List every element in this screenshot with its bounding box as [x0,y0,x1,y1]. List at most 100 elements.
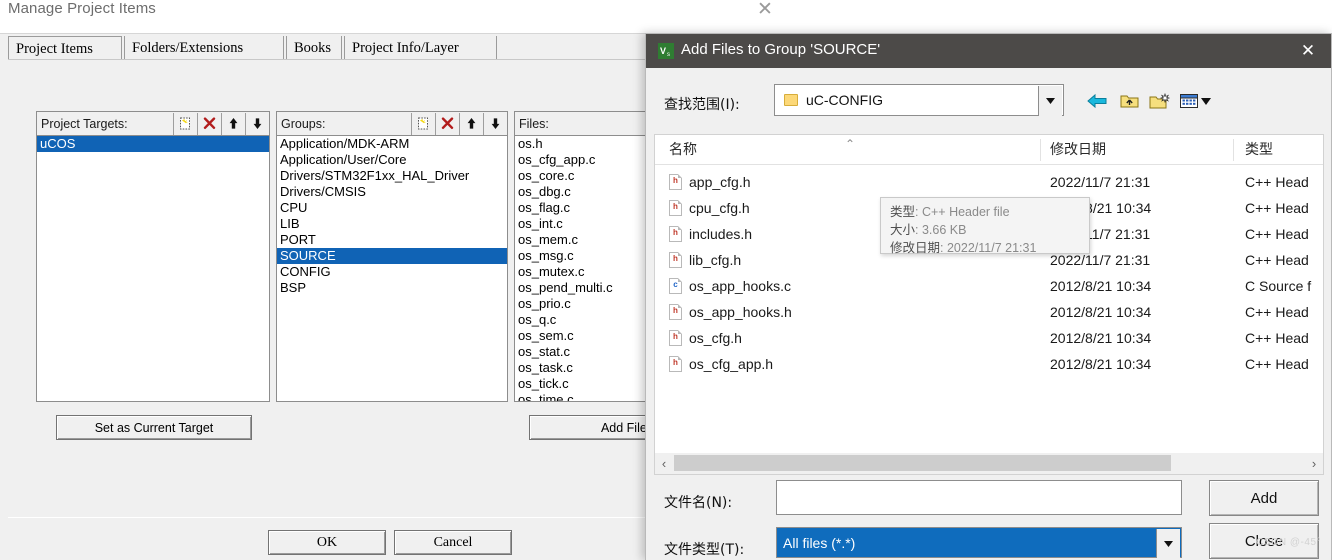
table-row[interactable]: h os_cfg.h 2012/8/21 10:34 C++ Head [655,325,1323,351]
file-name-cell: h os_cfg.h [669,325,742,351]
column-divider[interactable] [1233,139,1234,161]
up-folder-icon[interactable] [1116,90,1142,112]
c-source-file-icon: c [669,278,682,294]
h-header-file-icon: h [669,252,682,268]
file-type-value: All files (*.*) [783,534,856,551]
list-item[interactable]: BSP [277,280,507,296]
ok-button[interactable]: OK [268,530,386,555]
tooltip-size-value: 3.66 KB [921,223,967,237]
project-targets-label: Project Targets: [41,116,128,131]
file-date-cell: 2012/8/21 10:34 [1050,278,1152,294]
table-row[interactable]: h os_cfg_app.h 2012/8/21 10:34 C++ Head [655,351,1323,377]
list-item[interactable]: LIB [277,216,507,232]
new-item-icon[interactable] [411,112,435,135]
file-tooltip: 类型: C++ Header file 大小: 3.66 KB 修改日期: 20… [880,197,1090,255]
list-item[interactable]: CONFIG [277,264,507,280]
list-item[interactable]: PORT [277,232,507,248]
tab-project-items[interactable]: Project Items [8,36,122,60]
add-files-title: Add Files to Group 'SOURCE' [681,41,881,58]
file-name-text: cpu_cfg.h [689,200,750,216]
chevron-down-icon[interactable] [1038,86,1062,116]
view-mode-icon[interactable] [1178,90,1216,112]
cancel-button[interactable]: Cancel [394,530,512,555]
tooltip-size-label: 大小 [890,222,916,237]
add-button[interactable]: Add [1209,480,1319,516]
add-files-body: 查找范围(I): uC-CONFIG 名称 ⌃ 修改日期 类型 h app_cf… [646,68,1331,560]
file-name-cell: h os_cfg_app.h [669,351,773,377]
tab-project-info-layer[interactable]: Project Info/Layer [344,36,497,60]
list-item[interactable]: Drivers/CMSIS [277,184,507,200]
keil-uvision-icon: V s [658,43,674,59]
delete-icon[interactable] [197,112,221,135]
file-type-cell: C Source f [1245,278,1312,294]
manage-dialog-titlebar: Manage Project Items ✕ [0,0,790,33]
add-files-titlebar: V s Add Files to Group 'SOURCE' ✕ [646,34,1331,68]
column-header-name[interactable]: 名称 [669,135,697,165]
new-folder-icon[interactable] [1146,90,1172,112]
horizontal-scrollbar[interactable]: ‹ › [654,453,1324,475]
file-name-cell: h app_cfg.h [669,169,751,195]
file-name-input[interactable] [776,480,1182,515]
file-type-cell: C++ Head [1245,200,1309,216]
chevron-right-icon[interactable]: › [1305,453,1323,473]
delete-icon[interactable] [435,112,459,135]
file-type-cell: C++ Head [1245,330,1309,346]
tooltip-date-label: 修改日期 [890,240,941,255]
file-date-cell: 2012/8/21 10:34 [1050,356,1152,372]
file-name-label: 文件名(N): [664,495,733,511]
sort-ascending-caret: ⌃ [845,137,856,151]
look-in-combobox[interactable]: uC-CONFIG [774,84,1064,116]
list-item[interactable]: Application/MDK-ARM [277,136,507,152]
column-header-type[interactable]: 类型 [1245,135,1273,165]
tooltip-type-value: C++ Header file [921,205,1010,219]
groups-list[interactable]: Application/MDK-ARM Application/User/Core… [276,135,508,402]
project-targets-list[interactable]: uCOS [36,135,270,402]
file-type-cell: C++ Head [1245,304,1309,320]
file-name-cell: h lib_cfg.h [669,247,741,273]
file-name-text: os_app_hooks.h [689,304,792,320]
back-icon[interactable] [1084,90,1110,112]
scrollbar-thumb[interactable] [674,455,1171,471]
list-item[interactable]: Drivers/STM32F1xx_HAL_Driver [277,168,507,184]
chevron-down-icon[interactable] [1156,529,1180,558]
set-as-current-target-button[interactable]: Set as Current Target [56,415,252,440]
file-name-cell: h includes.h [669,221,752,247]
table-row[interactable]: h app_cfg.h 2022/11/7 21:31 C++ Head [655,169,1323,195]
file-list[interactable]: 名称 ⌃ 修改日期 类型 h app_cfg.h 2022/11/7 21:31 C+… [654,134,1324,453]
file-type-cell: C++ Head [1245,356,1309,372]
look-in-value: uC-CONFIG [806,92,883,108]
svg-text:s: s [667,52,670,58]
table-row[interactable]: h os_app_hooks.h 2012/8/21 10:34 C++ Head [655,299,1323,325]
list-item[interactable]: Application/User/Core [277,152,507,168]
h-header-file-icon: h [669,356,682,372]
tab-folders-extensions[interactable]: Folders/Extensions [124,36,284,60]
column-divider[interactable] [1040,139,1041,161]
groups-header: Groups: [276,111,508,135]
move-up-icon[interactable] [459,112,483,135]
h-header-file-icon: h [669,200,682,216]
close-icon[interactable]: ✕ [1285,34,1331,68]
file-name-cell: h cpu_cfg.h [669,195,750,221]
h-header-file-icon: h [669,174,682,190]
h-header-file-icon: h [669,330,682,346]
move-down-icon[interactable] [245,112,269,135]
file-name-text: os_app_hooks.c [689,278,791,294]
file-type-combobox[interactable]: All files (*.*) [776,527,1182,558]
tooltip-size-line: 大小: 3.66 KB [890,222,967,237]
move-up-icon[interactable] [221,112,245,135]
move-down-icon[interactable] [483,112,507,135]
list-item[interactable]: CPU [277,200,507,216]
watermark: CSDN @-45° [1256,537,1321,548]
chevron-left-icon[interactable]: ‹ [655,453,673,473]
tab-books[interactable]: Books [286,36,342,60]
list-item[interactable]: SOURCE [277,248,507,264]
screen: Manage Project Items ✕ Project Items Fol… [0,0,1332,560]
close-icon[interactable]: ✕ [748,0,782,24]
column-header-date-modified[interactable]: 修改日期 [1050,135,1106,165]
tooltip-type-label: 类型 [890,204,916,219]
list-item[interactable]: uCOS [37,136,269,152]
new-item-icon[interactable] [173,112,197,135]
tooltip-type-line: 类型: C++ Header file [890,204,1010,219]
h-header-file-icon: h [669,226,682,242]
table-row[interactable]: c os_app_hooks.c 2012/8/21 10:34 C Source f [655,273,1323,299]
